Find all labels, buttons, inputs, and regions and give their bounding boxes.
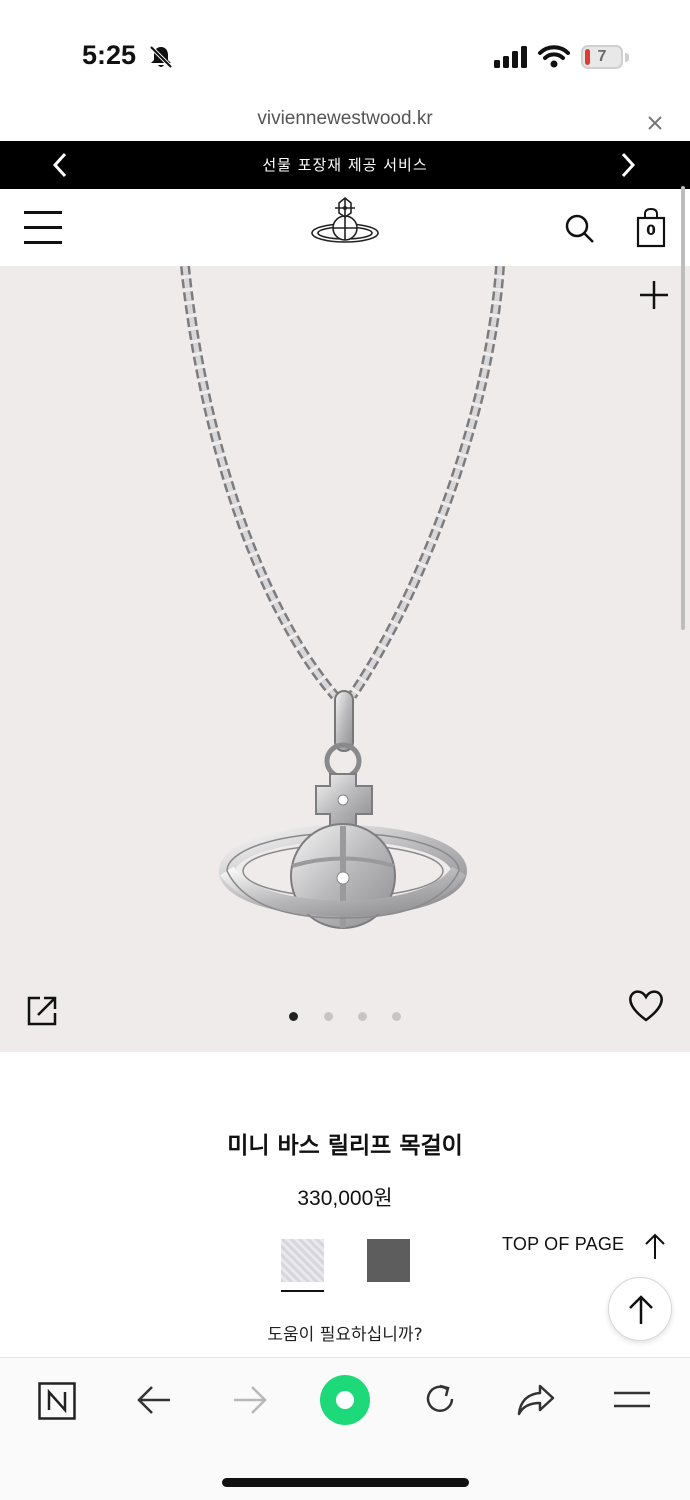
scroll-top-button[interactable]	[608, 1277, 672, 1341]
product-name: 미니 바스 릴리프 목걸이	[227, 1133, 463, 1159]
back-arrow-icon[interactable]	[136, 1384, 172, 1416]
battery-level: 7	[597, 48, 607, 65]
orb-logo[interactable]	[308, 195, 382, 251]
help-link[interactable]: 도움이 필요하십니까?	[0, 1320, 690, 1345]
forward-arrow-icon[interactable]	[232, 1384, 268, 1416]
signal-icon	[494, 46, 527, 68]
swatch-selected-indicator	[281, 1290, 324, 1292]
cart-count: 0	[646, 223, 656, 239]
naver-n-icon[interactable]	[38, 1382, 76, 1420]
home-indicator[interactable]	[222, 1478, 469, 1487]
url-text[interactable]: viviennewestwood.kr	[0, 108, 690, 130]
promo-text[interactable]: 선물 포장재 제공 서비스	[0, 154, 690, 175]
hamburger-menu-icon[interactable]	[24, 209, 62, 245]
carousel-dot-1[interactable]	[289, 1012, 298, 1021]
page-scrollbar[interactable]	[681, 186, 685, 630]
battery-icon: 7	[581, 45, 623, 69]
menu-icon[interactable]	[612, 1388, 652, 1412]
share-icon[interactable]	[26, 995, 58, 1027]
carousel-dots[interactable]	[286, 1012, 406, 1024]
battery-tip	[625, 53, 629, 62]
arrow-up-icon	[629, 1295, 653, 1324]
share-arrow-icon[interactable]	[516, 1382, 556, 1418]
reload-icon[interactable]	[421, 1380, 459, 1418]
arrow-up-icon[interactable]	[644, 1232, 666, 1260]
carousel-dot-4[interactable]	[392, 1012, 401, 1021]
carousel-dot-2[interactable]	[324, 1012, 333, 1021]
promo-banner[interactable]: 선물 포장재 제공 서비스	[0, 141, 690, 189]
chevron-right-icon[interactable]	[618, 151, 638, 179]
status-bar: 5:25 7	[0, 0, 690, 108]
search-icon[interactable]	[564, 213, 596, 245]
carousel-dot-3[interactable]	[358, 1012, 367, 1021]
heart-icon[interactable]	[627, 989, 665, 1023]
product-price: 330,000원	[297, 1187, 393, 1210]
cart-button[interactable]: 0	[636, 207, 666, 248]
green-circle-icon[interactable]	[319, 1374, 371, 1426]
swatch-gunmetal[interactable]	[367, 1239, 410, 1282]
bell-slash-icon	[149, 45, 173, 69]
wifi-icon	[538, 45, 570, 68]
site-header: 0	[0, 189, 690, 266]
close-icon[interactable]	[644, 112, 666, 134]
product-gallery[interactable]	[0, 266, 690, 1052]
swatch-silver[interactable]	[281, 1239, 324, 1282]
url-bar[interactable]: viviennewestwood.kr	[0, 100, 690, 142]
status-time: 5:25	[82, 40, 137, 70]
plus-icon[interactable]	[638, 279, 670, 311]
browser-toolbar	[0, 1357, 690, 1500]
product-image[interactable]	[0, 266, 690, 1052]
top-of-page-link[interactable]: TOP OF PAGE	[502, 1234, 624, 1255]
product-info: 미니 바스 릴리프 목걸이 330,000원 도움이 필요하십니까? TOP O…	[0, 1052, 690, 1357]
